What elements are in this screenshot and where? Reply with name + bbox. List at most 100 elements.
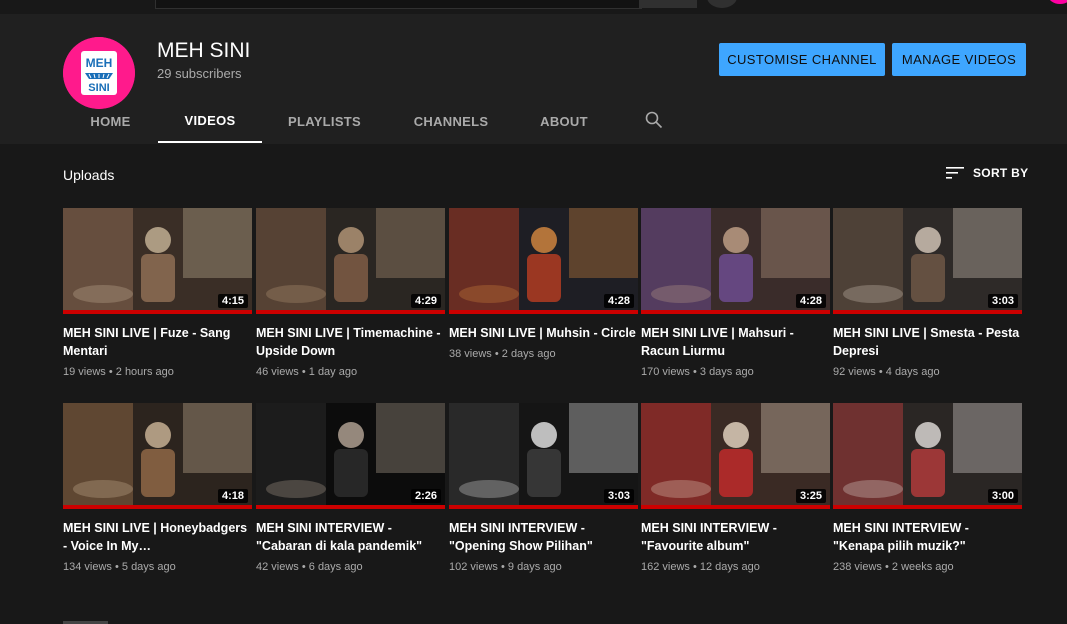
video-card[interactable]: 3:25 MEH SINI INTERVIEW - "Favourite albu… xyxy=(641,403,830,573)
channel-header: MEH SINI MEH SINI 29 subscribers CUSTOMI… xyxy=(0,14,1067,144)
video-duration: 3:03 xyxy=(987,294,1018,308)
video-title[interactable]: MEH SINI LIVE | Mahsuri - Racun Liurmu xyxy=(641,324,830,360)
video-age: 2 weeks ago xyxy=(891,561,954,573)
video-age: 2 days ago xyxy=(501,348,556,360)
video-title[interactable]: MEH SINI LIVE | Muhsin - Circle xyxy=(449,324,638,342)
watch-progress-bar xyxy=(833,310,1022,314)
video-meta: 38 views • 2 days ago xyxy=(449,348,638,360)
video-thumbnail[interactable]: 4:18 xyxy=(63,403,252,509)
video-age: 3 days ago xyxy=(699,366,754,378)
video-views: 170 views xyxy=(641,366,690,378)
video-card[interactable]: 4:15 MEH SINI LIVE | Fuze - Sang Mentari 1… xyxy=(63,208,252,378)
tab-videos[interactable]: VIDEOS xyxy=(158,100,262,143)
search-button[interactable] xyxy=(639,0,697,8)
video-card[interactable]: 3:03 MEH SINI INTERVIEW - "Opening Show P… xyxy=(449,403,638,573)
video-duration: 4:28 xyxy=(603,294,634,308)
video-thumbnail[interactable]: 3:25 xyxy=(641,403,830,509)
video-thumbnail[interactable]: 4:28 xyxy=(641,208,830,314)
video-thumbnail[interactable]: 2:26 xyxy=(256,403,445,509)
video-meta: 238 views • 2 weeks ago xyxy=(833,561,1022,573)
video-age: 2 hours ago xyxy=(115,366,174,378)
video-meta: 19 views • 2 hours ago xyxy=(63,366,252,378)
video-title[interactable]: MEH SINI LIVE | Honeybadgers - Voice In … xyxy=(63,519,252,555)
video-age: 9 days ago xyxy=(507,561,562,573)
video-views: 42 views xyxy=(256,561,299,573)
masthead-strip xyxy=(0,0,1067,14)
video-views: 238 views xyxy=(833,561,882,573)
video-age: 4 days ago xyxy=(885,366,940,378)
tab-playlists[interactable]: PLAYLISTS xyxy=(262,100,387,143)
video-thumbnail[interactable]: 3:03 xyxy=(449,403,638,509)
video-thumbnail[interactable]: 3:00 xyxy=(833,403,1022,509)
voice-search-button[interactable] xyxy=(707,0,737,8)
tab-home[interactable]: HOME xyxy=(63,100,158,143)
watch-progress-bar xyxy=(256,310,445,314)
video-duration: 4:15 xyxy=(217,294,248,308)
video-title[interactable]: MEH SINI LIVE | Smesta - Pesta Depresi xyxy=(833,324,1022,360)
video-card[interactable]: 3:00 MEH SINI INTERVIEW - "Kenapa pilih m… xyxy=(833,403,1022,573)
meta-separator: • xyxy=(497,561,508,573)
meta-separator: • xyxy=(111,561,122,573)
video-card[interactable]: 4:28 MEH SINI LIVE | Mahsuri - Racun Liur… xyxy=(641,208,830,378)
video-title[interactable]: MEH SINI INTERVIEW - "Favourite album" xyxy=(641,519,830,555)
video-title[interactable]: MEH SINI LIVE | Fuze - Sang Mentari xyxy=(63,324,252,360)
video-meta: 162 views • 12 days ago xyxy=(641,561,830,573)
watch-progress-bar xyxy=(63,310,252,314)
search-icon[interactable] xyxy=(645,111,663,129)
video-duration: 4:28 xyxy=(795,294,826,308)
video-age: 12 days ago xyxy=(699,561,760,573)
video-views: 102 views xyxy=(449,561,498,573)
video-thumbnail[interactable]: 4:15 xyxy=(63,208,252,314)
video-card[interactable]: 2:26 MEH SINI INTERVIEW - "Cabaran di kal… xyxy=(256,403,445,573)
video-duration: 2:26 xyxy=(410,489,441,503)
tab-channels[interactable]: CHANNELS xyxy=(387,100,515,143)
video-views: 92 views xyxy=(833,366,876,378)
tab-about[interactable]: ABOUT xyxy=(515,100,613,143)
video-age: 1 day ago xyxy=(308,366,358,378)
watch-progress-bar xyxy=(641,310,830,314)
video-duration: 3:03 xyxy=(603,489,634,503)
watch-progress-bar xyxy=(449,310,638,314)
video-meta: 42 views • 6 days ago xyxy=(256,561,445,573)
video-thumbnail[interactable]: 4:29 xyxy=(256,208,445,314)
account-avatar[interactable] xyxy=(1048,0,1067,4)
meta-separator: • xyxy=(105,366,116,378)
meta-separator: • xyxy=(875,366,886,378)
video-card[interactable]: 4:29 MEH SINI LIVE | Timemachine - Upside… xyxy=(256,208,445,378)
video-age: 5 days ago xyxy=(121,561,176,573)
sort-by-label: SORT BY xyxy=(973,166,1029,180)
video-card[interactable]: 3:03 MEH SINI LIVE | Smesta - Pesta Depre… xyxy=(833,208,1022,378)
meta-separator: • xyxy=(491,348,502,360)
video-meta: 102 views • 9 days ago xyxy=(449,561,638,573)
watch-progress-bar xyxy=(833,505,1022,509)
sort-by-button[interactable]: SORT BY xyxy=(946,166,1028,180)
channel-avatar[interactable]: MEH SINI xyxy=(63,37,135,109)
channel-name: MEH SINI xyxy=(157,39,251,62)
video-title[interactable]: MEH SINI INTERVIEW - "Opening Show Pilih… xyxy=(449,519,638,555)
channel-logo-icon: MEH SINI xyxy=(63,37,135,109)
video-meta: 92 views • 4 days ago xyxy=(833,366,1022,378)
customise-channel-button[interactable]: CUSTOMISE CHANNEL xyxy=(719,43,885,76)
video-card[interactable]: 4:18 MEH SINI LIVE | Honeybadgers - Voice… xyxy=(63,403,252,573)
video-duration: 3:00 xyxy=(987,489,1018,503)
video-thumbnail[interactable]: 3:03 xyxy=(833,208,1022,314)
logo-text-bottom: SINI xyxy=(88,82,109,94)
watch-progress-bar xyxy=(641,505,830,509)
video-card[interactable]: 4:28 MEH SINI LIVE | Muhsin - Circle 38 vi… xyxy=(449,208,638,360)
video-title[interactable]: MEH SINI INTERVIEW - "Cabaran di kala pa… xyxy=(256,519,445,555)
search-box[interactable] xyxy=(155,0,642,9)
video-title[interactable]: MEH SINI LIVE | Timemachine - Upside Dow… xyxy=(256,324,445,360)
video-title[interactable]: MEH SINI INTERVIEW - "Kenapa pilih muzik… xyxy=(833,519,1022,555)
meta-separator: • xyxy=(881,561,892,573)
manage-videos-button[interactable]: MANAGE VIDEOS xyxy=(892,43,1026,76)
video-meta: 134 views • 5 days ago xyxy=(63,561,252,573)
section-title: Uploads xyxy=(63,167,115,183)
watch-progress-bar xyxy=(256,505,445,509)
meta-separator: • xyxy=(689,561,700,573)
video-meta: 46 views • 1 day ago xyxy=(256,366,445,378)
meta-separator: • xyxy=(689,366,700,378)
sort-icon xyxy=(946,167,964,179)
subscriber-count: 29 subscribers xyxy=(157,66,242,81)
video-thumbnail[interactable]: 4:28 xyxy=(449,208,638,314)
meta-separator: • xyxy=(298,561,309,573)
